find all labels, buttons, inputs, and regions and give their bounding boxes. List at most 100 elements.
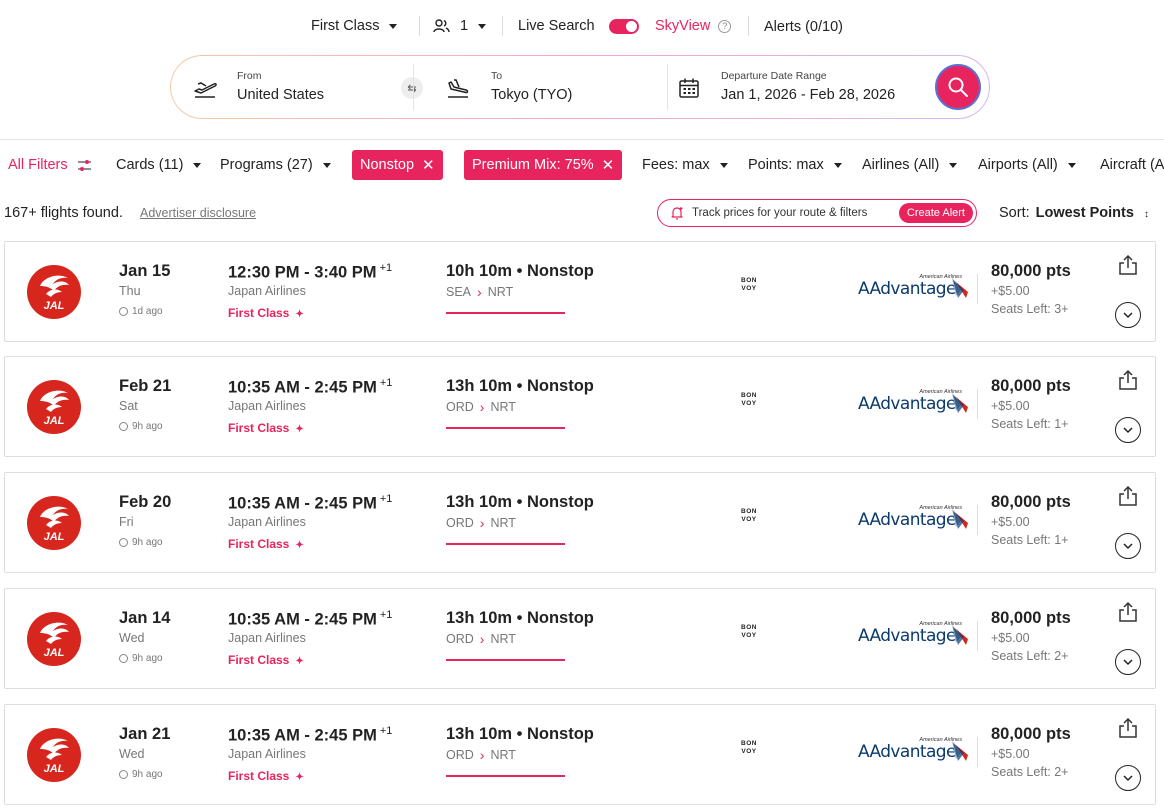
flight-time-range: 10:35 AM - 2:45 PM bbox=[228, 610, 377, 629]
svg-text:JAL: JAL bbox=[44, 647, 65, 659]
close-icon[interactable]: ✕ bbox=[602, 156, 615, 174]
flight-date: Feb 20 bbox=[119, 493, 172, 511]
results-count: 167+ flights found. bbox=[4, 205, 123, 221]
taxes-fees: +$5.00 bbox=[991, 399, 1030, 413]
people-icon bbox=[433, 19, 450, 33]
from-label: From bbox=[237, 70, 262, 82]
alerts-link[interactable]: Alerts (0/10) bbox=[764, 13, 843, 41]
last-seen-text: 9h ago bbox=[132, 653, 163, 664]
share-icon[interactable] bbox=[1117, 254, 1139, 276]
programs-filter[interactable]: Programs (27) bbox=[220, 150, 331, 180]
bonvoy-logo-top: BON bbox=[741, 508, 757, 515]
all-filters-label: All Filters bbox=[8, 157, 68, 173]
premium-mix-chip[interactable]: Premium Mix: 75% ✕ bbox=[464, 150, 623, 180]
from-value: United States bbox=[237, 87, 325, 103]
flight-weekday: Fri bbox=[119, 515, 134, 529]
programs-filter-label: Programs (27) bbox=[220, 157, 313, 173]
to-field[interactable]: To Tokyo (TYO) bbox=[431, 56, 666, 118]
aa-eagle-icon bbox=[952, 625, 968, 645]
origin-code: SEA bbox=[446, 285, 472, 299]
aadvantage-logo: American Airlines AAdvantage bbox=[858, 274, 978, 304]
nonstop-chip[interactable]: Nonstop ✕ bbox=[352, 150, 443, 180]
aa-eagle-icon bbox=[952, 278, 968, 298]
origin-code: ORD bbox=[446, 632, 474, 646]
taxes-fees: +$5.00 bbox=[991, 515, 1030, 529]
flight-duration: 13h 10m • Nonstop bbox=[446, 377, 594, 395]
to-value: Tokyo (TYO) bbox=[491, 87, 573, 103]
points-price: 80,000 pts bbox=[991, 493, 1071, 511]
cabin-select[interactable]: First Class bbox=[311, 12, 398, 40]
points-filter[interactable]: Points: max bbox=[748, 150, 842, 180]
date-range-field[interactable]: Departure Date Range Jan 1, 2026 - Feb 2… bbox=[668, 56, 928, 118]
search-button[interactable] bbox=[935, 64, 981, 110]
flight-route: ORD › NRT bbox=[446, 515, 516, 531]
share-icon[interactable] bbox=[1117, 717, 1139, 739]
flight-route: ORD › NRT bbox=[446, 399, 516, 415]
track-prices-banner: Track prices for your route & filters Cr… bbox=[657, 199, 977, 227]
cards-filter[interactable]: Cards (11) bbox=[116, 150, 202, 180]
skyview-link[interactable]: SkyView ? bbox=[655, 12, 732, 40]
from-field[interactable]: From United States bbox=[171, 56, 411, 118]
seats-left: Seats Left: 1+ bbox=[991, 533, 1069, 547]
toggle-switch[interactable] bbox=[608, 18, 639, 34]
cabin-class-label: First Class bbox=[228, 653, 290, 667]
close-icon[interactable]: ✕ bbox=[422, 156, 435, 174]
expand-button[interactable] bbox=[1115, 302, 1141, 328]
sort-value: Lowest Points bbox=[1035, 205, 1134, 221]
bonvoy-logo: BON VOY bbox=[741, 392, 757, 408]
airports-filter[interactable]: Airports (All) bbox=[978, 150, 1076, 180]
flight-card[interactable]: JAL Feb 20 Fri 9h ago 10:35 AM - 2:45 PM… bbox=[4, 472, 1156, 573]
flight-card[interactable]: JAL Jan 15 Thu 1d ago 12:30 PM - 3:40 PM… bbox=[4, 241, 1156, 342]
seats-left: Seats Left: 2+ bbox=[991, 649, 1069, 663]
aadvantage-logo: American Airlines AAdvantage bbox=[858, 737, 978, 767]
flight-card[interactable]: JAL Feb 21 Sat 9h ago 10:35 AM - 2:45 PM… bbox=[4, 356, 1156, 457]
flight-card[interactable]: JAL Jan 14 Wed 9h ago 10:35 AM - 2:45 PM… bbox=[4, 588, 1156, 689]
passenger-select[interactable]: 1 bbox=[433, 12, 487, 40]
advertiser-disclosure-link[interactable]: Advertiser disclosure bbox=[140, 206, 256, 220]
divider bbox=[977, 389, 978, 419]
jal-logo: JAL bbox=[27, 496, 81, 550]
route-line bbox=[446, 312, 565, 314]
divider bbox=[502, 16, 503, 36]
fees-filter[interactable]: Fees: max bbox=[642, 150, 728, 180]
clock-icon bbox=[119, 538, 128, 547]
divider bbox=[977, 737, 978, 767]
help-icon[interactable]: ? bbox=[718, 19, 732, 33]
flight-card[interactable]: JAL Jan 21 Wed 9h ago 10:35 AM - 2:45 PM… bbox=[4, 704, 1156, 805]
chevron-down-icon bbox=[322, 162, 331, 168]
flight-weekday: Sat bbox=[119, 399, 138, 413]
live-search-toggle[interactable]: Live Search bbox=[518, 12, 639, 40]
expand-button[interactable] bbox=[1115, 533, 1141, 559]
last-seen: 9h ago bbox=[119, 769, 163, 780]
sparkle-icon: ✦ bbox=[295, 424, 304, 435]
aa-logo-big: AAdvantage bbox=[858, 742, 956, 762]
last-seen: 9h ago bbox=[119, 537, 163, 548]
share-icon[interactable] bbox=[1117, 369, 1139, 391]
svg-text:JAL: JAL bbox=[44, 300, 65, 312]
clock-icon bbox=[119, 422, 128, 431]
share-icon[interactable] bbox=[1117, 601, 1139, 623]
cabin-class: First Class ✦ bbox=[228, 769, 304, 783]
origin-code: ORD bbox=[446, 516, 474, 530]
expand-button[interactable] bbox=[1115, 765, 1141, 791]
clock-icon bbox=[119, 770, 128, 779]
share-icon[interactable] bbox=[1117, 485, 1139, 507]
swap-icon[interactable]: ⇆ bbox=[401, 77, 423, 99]
create-alert-button[interactable]: Create Alert bbox=[898, 203, 973, 223]
taxes-fees: +$5.00 bbox=[991, 284, 1030, 298]
airlines-filter-label: Airlines (All) bbox=[862, 157, 940, 173]
expand-button[interactable] bbox=[1115, 649, 1141, 675]
skyview-label: SkyView bbox=[655, 18, 711, 34]
sort-select[interactable]: Sort: Lowest Points ↕ bbox=[999, 205, 1149, 221]
destination-code: NRT bbox=[490, 516, 516, 530]
aircraft-filter[interactable]: Aircraft (A bbox=[1100, 150, 1164, 180]
divider bbox=[748, 16, 749, 36]
airlines-filter[interactable]: Airlines (All) bbox=[862, 150, 958, 180]
all-filters-button[interactable]: All Filters bbox=[8, 150, 92, 180]
bonvoy-logo: BON VOY bbox=[741, 624, 757, 640]
destination-code: NRT bbox=[490, 748, 516, 762]
expand-button[interactable] bbox=[1115, 417, 1141, 443]
track-prices-text: Track prices for your route & filters bbox=[692, 207, 868, 219]
search-options-bar: First Class 1 Live Search SkyView ? Aler… bbox=[0, 12, 1164, 40]
chevron-down-icon bbox=[949, 162, 958, 168]
